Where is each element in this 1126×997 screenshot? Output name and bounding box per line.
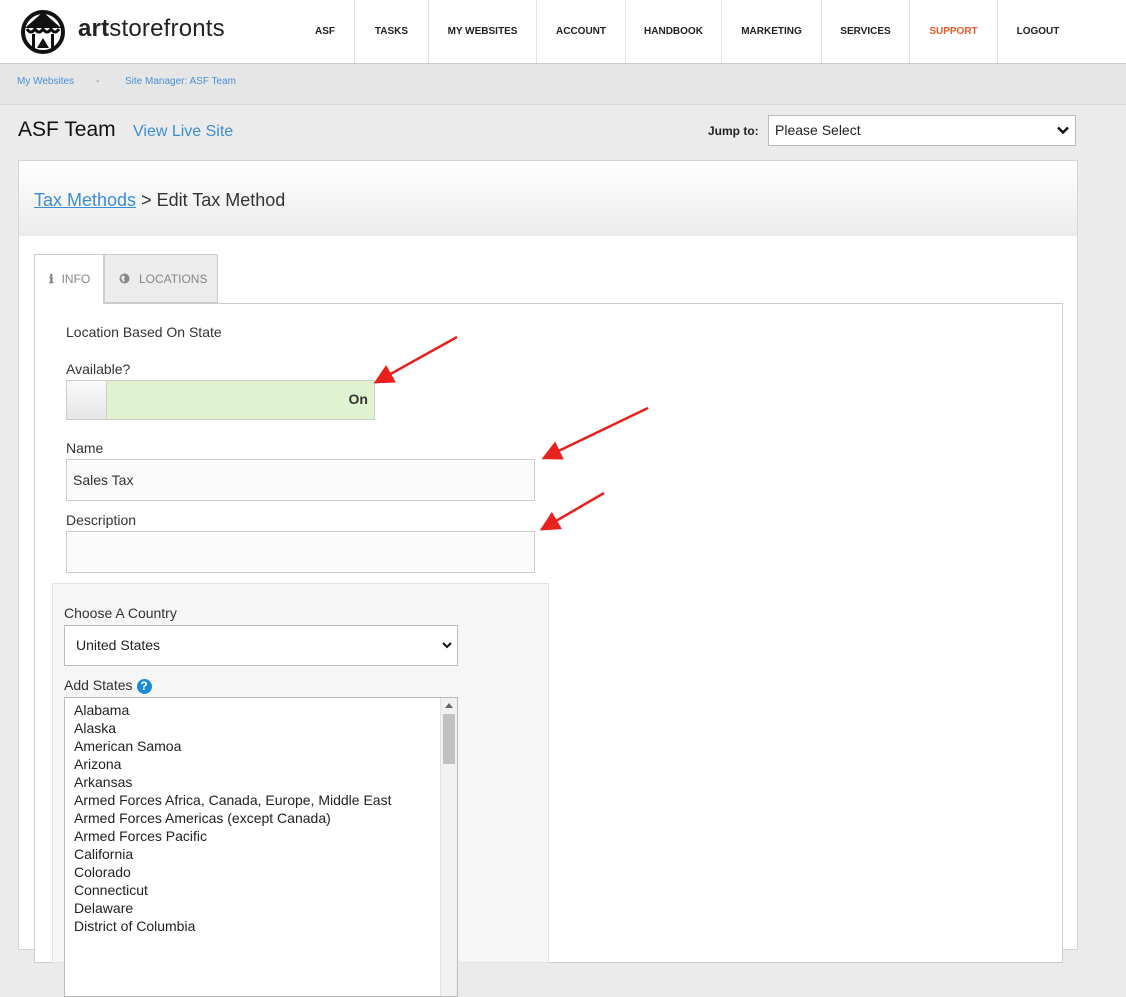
state-option[interactable]: Arizona bbox=[74, 756, 121, 772]
nav-asf[interactable]: ASF bbox=[296, 0, 355, 63]
breadcrumb: My Websites - Site Manager: ASF Team bbox=[0, 64, 1126, 105]
state-option[interactable]: California bbox=[74, 846, 133, 862]
description-label: Description bbox=[66, 512, 137, 528]
nav-logout[interactable]: LOGOUT bbox=[998, 0, 1078, 63]
nav-handbook[interactable]: HANDBOOK bbox=[626, 0, 722, 63]
breadcrumb-my-websites[interactable]: My Websites bbox=[17, 76, 74, 87]
jump-to-select[interactable]: Please Select bbox=[768, 115, 1076, 146]
state-option[interactable]: Armed Forces Americas (except Canada) bbox=[74, 810, 331, 826]
state-option[interactable]: Armed Forces Africa, Canada, Europe, Mid… bbox=[74, 792, 391, 808]
nav-my-websites[interactable]: MY WEBSITES bbox=[429, 0, 537, 63]
method-type-label: Location Based On State bbox=[66, 324, 222, 340]
view-live-site-link[interactable]: View Live Site bbox=[133, 123, 233, 141]
jump-to-label: Jump to: bbox=[708, 124, 759, 138]
state-option[interactable]: Alabama bbox=[74, 702, 129, 718]
globe-icon bbox=[119, 273, 130, 284]
country-value: United States bbox=[76, 637, 161, 653]
scroll-thumb[interactable] bbox=[443, 714, 455, 764]
tab-info-label: INFO bbox=[61, 272, 91, 286]
chevron-down-icon bbox=[1057, 126, 1069, 135]
main-nav: ASF TASKS MY WEBSITES ACCOUNT HANDBOOK M… bbox=[296, 0, 1078, 63]
jump-to-value: Please Select bbox=[775, 122, 861, 138]
available-label: Available? bbox=[66, 361, 131, 377]
state-option[interactable]: American Samoa bbox=[74, 738, 181, 754]
tab-content-info: Location Based On State Available? On Na… bbox=[34, 303, 1063, 997]
country-states-section: Choose A Country United States Add State… bbox=[52, 583, 549, 997]
breadcrumb-separator: - bbox=[96, 76, 100, 87]
state-option[interactable]: Connecticut bbox=[74, 882, 148, 898]
breadcrumb-site-manager[interactable]: Site Manager: ASF Team bbox=[125, 76, 236, 87]
name-input[interactable]: Sales Tax bbox=[66, 459, 535, 501]
states-listbox[interactable]: Alabama Alaska American Samoa Arizona Ar… bbox=[64, 697, 458, 997]
artstorefronts-logo-icon[interactable] bbox=[17, 6, 69, 54]
toggle-knob[interactable] bbox=[67, 381, 107, 419]
info-icon: ℹ bbox=[49, 272, 54, 286]
top-navigation-bar: artstorefronts ASF TASKS MY WEBSITES ACC… bbox=[0, 0, 1126, 64]
states-scrollbar[interactable] bbox=[440, 698, 457, 996]
tax-methods-link[interactable]: Tax Methods bbox=[34, 190, 136, 210]
nav-services[interactable]: SERVICES bbox=[822, 0, 910, 63]
nav-account[interactable]: ACCOUNT bbox=[537, 0, 626, 63]
nav-marketing[interactable]: MARKETING bbox=[722, 0, 822, 63]
page-title: ASF Team bbox=[18, 118, 116, 141]
tab-locations[interactable]: LOCATIONS bbox=[104, 254, 218, 303]
state-option[interactable]: District of Columbia bbox=[74, 918, 195, 934]
country-select[interactable]: United States bbox=[64, 625, 458, 666]
state-option[interactable]: Armed Forces Pacific bbox=[74, 828, 207, 844]
brand-name[interactable]: artstorefronts bbox=[78, 15, 225, 43]
tab-locations-label: LOCATIONS bbox=[139, 271, 208, 286]
available-toggle[interactable]: On bbox=[66, 380, 375, 420]
nav-support[interactable]: SUPPORT bbox=[910, 0, 998, 63]
panel-header: Tax Methods > Edit Tax Method bbox=[19, 161, 1077, 236]
state-option[interactable]: Arkansas bbox=[74, 774, 132, 790]
add-states-label: Add States? bbox=[64, 677, 152, 694]
description-input[interactable] bbox=[66, 531, 535, 573]
panel-title: Tax Methods > Edit Tax Method bbox=[34, 190, 285, 211]
toggle-state-text: On bbox=[348, 391, 368, 407]
edit-tax-method-panel: Tax Methods > Edit Tax Method ℹ INFO LOCA… bbox=[18, 160, 1078, 997]
tab-info[interactable]: ℹ INFO bbox=[34, 254, 104, 304]
state-option[interactable]: Delaware bbox=[74, 900, 133, 916]
nav-tasks[interactable]: TASKS bbox=[355, 0, 429, 63]
panel-title-suffix: > Edit Tax Method bbox=[136, 190, 286, 210]
state-option[interactable]: Alaska bbox=[74, 720, 116, 736]
chevron-down-icon bbox=[442, 642, 452, 649]
help-icon[interactable]: ? bbox=[136, 679, 152, 694]
name-label: Name bbox=[66, 440, 104, 456]
state-option[interactable]: Colorado bbox=[74, 864, 131, 880]
scroll-up-arrow-icon[interactable] bbox=[445, 702, 453, 708]
country-label: Choose A Country bbox=[64, 605, 177, 621]
